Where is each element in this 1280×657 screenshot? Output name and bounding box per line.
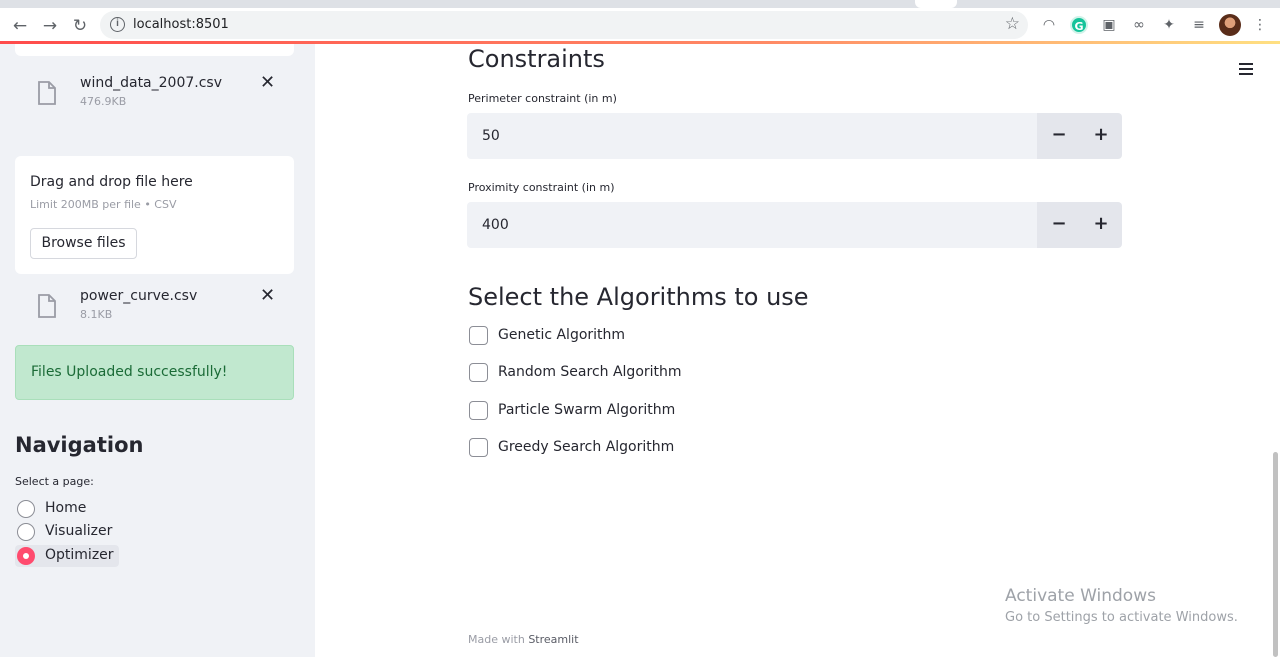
file-size: 476.9KB <box>80 95 127 108</box>
algorithms-heading: Select the Algorithms to use <box>468 283 809 311</box>
radio-circle[interactable] <box>17 523 35 541</box>
checkbox-genetic-algorithm[interactable]: Genetic Algorithm <box>469 325 639 347</box>
uploaded-file-item: wind_data_2007.csv 476.9KB ✕ <box>15 72 294 115</box>
radio-home[interactable]: Home <box>15 498 115 520</box>
file-name: power_curve.csv <box>80 288 198 304</box>
increment-button[interactable]: + <box>1091 124 1111 145</box>
proximity-value: 400 <box>482 217 509 233</box>
radio-circle-selected[interactable] <box>17 547 35 565</box>
checkbox-label: Particle Swarm Algorithm <box>498 402 676 418</box>
checkbox[interactable] <box>469 363 488 382</box>
hamburger-menu-icon[interactable] <box>1239 63 1253 75</box>
perimeter-value: 50 <box>482 128 500 144</box>
navigation-title: Navigation <box>15 433 144 457</box>
constraints-heading: Constraints <box>468 45 605 73</box>
radio-circle[interactable] <box>17 500 35 518</box>
dropzone-limit: Limit 200MB per file • CSV <box>30 198 177 211</box>
success-message: Files Uploaded successfully! <box>31 364 228 380</box>
upload-card-top <box>15 44 294 56</box>
checkbox[interactable] <box>469 401 488 420</box>
file-icon <box>38 294 56 318</box>
streamlit-link[interactable]: Streamlit <box>528 633 578 646</box>
radio-label: Home <box>45 500 87 516</box>
activate-windows-subtitle: Go to Settings to activate Windows. <box>1005 610 1238 625</box>
screenshot-extension-icon[interactable]: ▣ <box>1100 16 1118 34</box>
checkbox-particle-swarm-algorithm[interactable]: Particle Swarm Algorithm <box>469 400 689 422</box>
activate-windows-title: Activate Windows <box>1005 586 1156 606</box>
increment-button[interactable]: + <box>1091 213 1111 234</box>
url-text: localhost:8501 <box>133 17 229 32</box>
reload-icon[interactable]: ↻ <box>70 16 90 36</box>
checkbox[interactable] <box>469 326 488 345</box>
close-icon[interactable]: ✕ <box>260 72 275 93</box>
browse-files-button[interactable]: Browse files <box>30 228 137 259</box>
checkbox-label: Greedy Search Algorithm <box>498 439 675 455</box>
file-icon <box>38 81 56 105</box>
checkbox[interactable] <box>469 438 488 457</box>
profile-avatar[interactable] <box>1219 14 1241 36</box>
decrement-button[interactable]: − <box>1049 124 1069 145</box>
close-icon[interactable]: ✕ <box>260 285 275 306</box>
radio-label: Optimizer <box>45 547 114 563</box>
checkbox-greedy-search-algorithm[interactable]: Greedy Search Algorithm <box>469 437 689 459</box>
extension-icon[interactable]: ◠ <box>1040 16 1058 34</box>
checkbox-label: Random Search Algorithm <box>498 364 682 380</box>
radio-visualizer[interactable]: Visualizer <box>15 521 115 543</box>
radio-label: Visualizer <box>45 523 113 539</box>
tab-strip <box>0 0 1280 8</box>
sidebar: wind_data_2007.csv 476.9KB ✕ Drag and dr… <box>0 44 315 657</box>
active-tab[interactable] <box>915 0 957 8</box>
back-icon[interactable]: ← <box>10 16 30 36</box>
proximity-stepper: − + <box>1037 202 1122 248</box>
dropzone-title: Drag and drop file here <box>30 174 193 190</box>
decrement-button[interactable]: − <box>1049 213 1069 234</box>
perimeter-label: Perimeter constraint (in m) <box>468 92 617 105</box>
perimeter-stepper: − + <box>1037 113 1122 159</box>
address-bar[interactable]: i localhost:8501 ☆ <box>100 11 1028 39</box>
extension-icon[interactable]: ∞ <box>1130 16 1148 34</box>
checkbox-label: Genetic Algorithm <box>498 327 626 343</box>
uploaded-file-item: power_curve.csv 8.1KB ✕ <box>15 285 294 328</box>
perimeter-input[interactable]: 50 <box>467 113 1037 159</box>
grammarly-icon[interactable]: G <box>1070 16 1088 34</box>
file-size: 8.1KB <box>80 308 113 321</box>
puzzle-icon[interactable]: ✦ <box>1160 16 1178 34</box>
more-icon[interactable]: ⋮ <box>1251 16 1269 34</box>
file-dropzone[interactable]: Drag and drop file here Limit 200MB per … <box>15 156 294 274</box>
forward-icon[interactable]: → <box>40 16 60 36</box>
main-content: Constraints Perimeter constraint (in m) … <box>315 44 1280 657</box>
footer: Made with Streamlit <box>468 633 579 646</box>
reading-list-icon[interactable]: ≡ <box>1190 16 1208 34</box>
proximity-input[interactable]: 400 <box>467 202 1037 248</box>
scrollbar[interactable] <box>1273 452 1278 657</box>
info-icon[interactable]: i <box>110 17 125 32</box>
radio-optimizer[interactable]: Optimizer <box>15 545 119 567</box>
navigation-label: Select a page: <box>15 475 94 488</box>
checkbox-random-search-algorithm[interactable]: Random Search Algorithm <box>469 362 689 384</box>
star-icon[interactable]: ☆ <box>1005 14 1020 34</box>
browser-toolbar: ← → ↻ i localhost:8501 ☆ ◠ G ▣ ∞ ✦ ≡ ⋮ <box>0 8 1280 42</box>
success-alert: Files Uploaded successfully! <box>15 345 294 400</box>
proximity-label: Proximity constraint (in m) <box>468 181 615 194</box>
footer-prefix: Made with <box>468 633 525 646</box>
file-name: wind_data_2007.csv <box>80 75 222 91</box>
